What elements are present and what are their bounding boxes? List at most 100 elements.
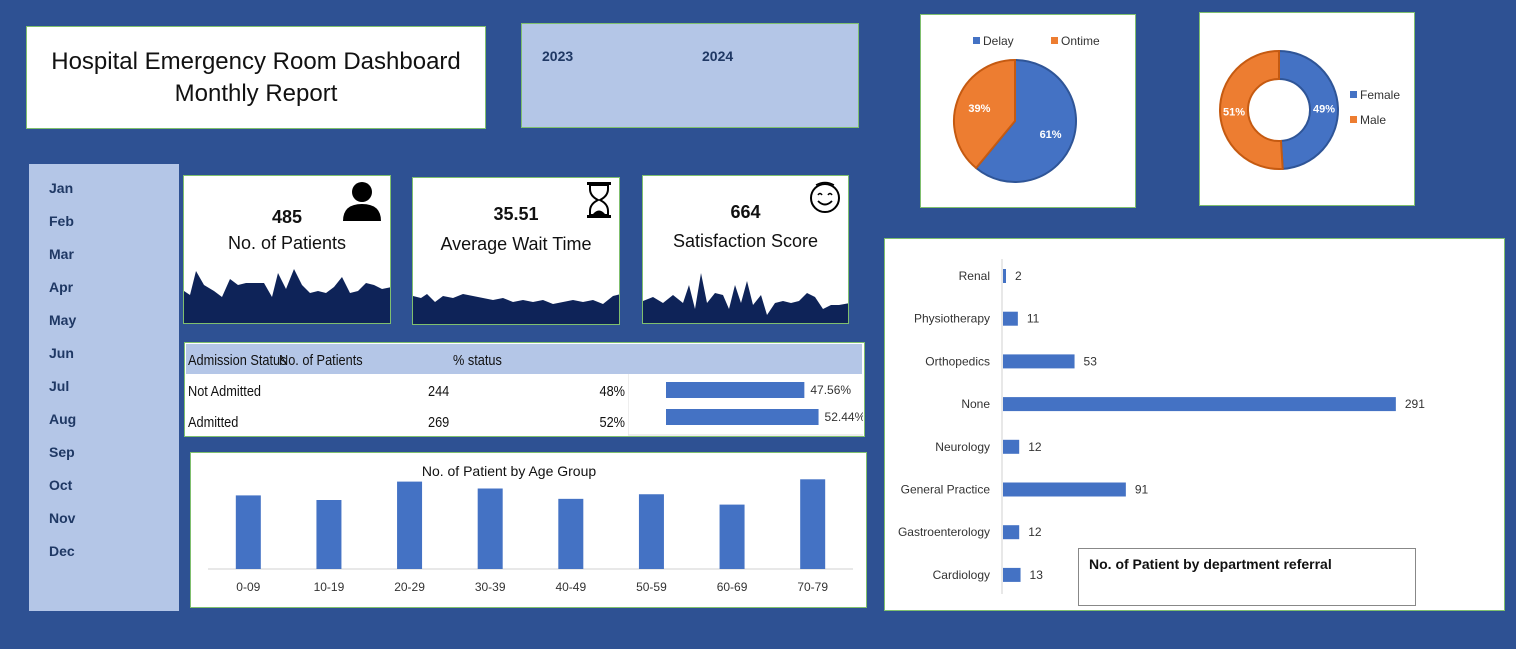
month-oct[interactable]: Oct [49,477,72,493]
month-feb[interactable]: Feb [49,213,74,229]
department-referral-chart-card: Renal 2 Physiotherapy 11 Orthopedics 53 None 29… [884,238,1505,611]
age-tick-label: 10-19 [314,580,345,594]
month-slicer: Jan Feb Mar Apr May Jun Jul Aug Sep Oct … [29,164,179,611]
age-bar [719,504,745,569]
legend-label: Ontime [1061,34,1100,48]
department-tick-label: Physiotherapy [914,312,990,326]
row-count: 244 [428,383,450,400]
department-bar [1003,354,1075,369]
col-header-pct: % status [453,352,502,369]
gender-chart-card: 49% 51% Female Male [1199,12,1415,206]
col-header-status: Admission Status [188,352,287,369]
donut-value-label: 49% [1313,104,1335,116]
admission-bar-label: 47.56% [810,383,851,397]
delay-ontime-pie-chart: 61% 39% Delay Ontime [953,34,1100,183]
department-bar [1003,269,1006,283]
row-pct: 48% [599,383,625,400]
year-slicer: 2023 2024 [521,23,859,128]
month-jun[interactable]: Jun [49,345,74,361]
age-tick-label: 60-69 [717,580,748,594]
department-tick-label: Orthopedics [925,354,990,368]
kpi-satisfaction-label: Satisfaction Score [672,231,819,251]
age-bar [316,500,342,569]
legend-label: Female [1360,88,1400,102]
age-tick-label: 30-39 [475,580,506,594]
age-tick-label: 0-09 [236,580,260,594]
legend-swatch [1350,116,1357,123]
month-nov[interactable]: Nov [49,510,75,526]
year-2023-button[interactable]: 2023 [542,48,573,64]
dashboard-subtitle: Monthly Report [174,79,338,107]
row-status: Not Admitted [188,383,262,400]
month-dec[interactable]: Dec [49,543,75,559]
chart-title: No. of Patient by department referral [1089,556,1332,572]
age-group-chart-card: No. of Patient by Age Group 0-09 10-19 20-… [190,452,867,608]
department-value-label: 12 [1028,525,1042,539]
department-value-label: 13 [1030,568,1044,582]
department-value-label: 53 [1084,354,1098,368]
dashboard-title: Hospital Emergency Room Dashboard [51,47,461,75]
admission-bar-chart: 47.56% 52.44% [628,374,863,436]
kpi-wait-label: Average Wait Time [440,234,592,254]
delay-ontime-chart-card: 61% 39% Delay Ontime [920,14,1136,208]
admission-bar [666,409,819,425]
kpi-patients-value: 485 [271,207,303,227]
kpi-satisfaction-card: 664 Satisfaction Score [642,175,849,324]
chart-title: No. of Patient by Age Group [422,463,597,479]
age-tick-label: 40-49 [555,580,586,594]
row-pct: 52% [599,414,625,431]
month-sep[interactable]: Sep [49,444,75,460]
department-bar [1003,311,1018,326]
department-bar [1003,482,1126,497]
department-tick-label: Neurology [935,440,990,454]
age-bar [638,494,664,569]
department-tick-label: None [961,397,990,411]
wait-sparkline [413,294,619,324]
department-bar [1003,567,1021,582]
month-apr[interactable]: Apr [49,279,73,295]
pie-value-label: 39% [968,103,990,115]
department-value-label: 91 [1135,483,1149,497]
department-tick-label: General Practice [901,483,991,497]
gender-donut-chart: 49% 51% Female Male [1219,49,1400,170]
kpi-satisfaction-value: 664 [730,202,761,222]
legend-swatch [973,37,980,44]
department-tick-label: Cardiology [933,568,990,582]
pie-value-label: 61% [1040,129,1062,141]
department-tick-label: Gastroenterology [898,525,990,539]
department-value-label: 12 [1028,440,1042,454]
month-jul[interactable]: Jul [49,378,69,394]
satisfaction-sparkline [643,273,848,323]
admission-status-table: Admission Status No. of Patients % statu… [184,342,865,437]
department-value-label: 2 [1015,269,1022,283]
department-bar [1003,525,1020,540]
month-aug[interactable]: Aug [49,411,76,427]
legend-swatch [1051,37,1058,44]
age-bar [558,498,584,569]
department-bar [1003,397,1396,412]
age-tick-label: 20-29 [394,580,425,594]
age-tick-label: 70-79 [797,580,828,594]
age-bar [477,488,503,569]
department-value-label: 11 [1027,312,1040,326]
year-2024-button[interactable]: 2024 [702,48,733,64]
department-value-label: 291 [1405,397,1425,411]
month-mar[interactable]: Mar [49,246,74,262]
age-bar [235,495,261,569]
age-bar [397,481,423,569]
month-jan[interactable]: Jan [49,180,73,196]
admission-bar-label: 52.44% [825,410,863,424]
kpi-wait-value: 35.51 [493,204,539,224]
kpi-wait-card: 35.51 Average Wait Time [412,177,620,325]
kpi-patients-label: No. of Patients [227,233,347,253]
dashboard-title-box: Hospital Emergency Room Dashboard Monthl… [26,26,486,129]
legend-label: Male [1360,113,1386,127]
col-header-patients: No. of Patients [279,352,363,369]
department-tick-label: Renal [959,269,990,283]
donut-value-label: 51% [1223,106,1245,118]
patients-sparkline [184,269,390,323]
month-may[interactable]: May [49,312,76,328]
row-count: 269 [428,414,450,431]
legend-swatch [1350,91,1357,98]
kpi-patients-card: 485 No. of Patients [183,175,391,324]
